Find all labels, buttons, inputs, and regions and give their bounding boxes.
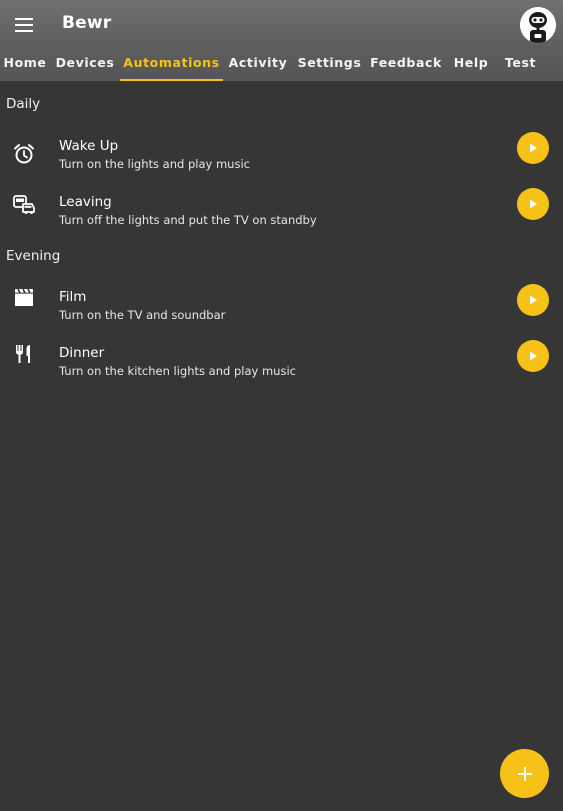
play-icon <box>530 199 537 209</box>
tab-automations[interactable]: Automations <box>120 44 223 81</box>
automation-item-wake-up[interactable]: Wake Up Turn on the lights and play musi… <box>0 132 563 185</box>
tab-test[interactable]: Test <box>498 44 543 81</box>
tab-bar: Home Devices Automations Activity Settin… <box>0 44 563 81</box>
automation-title: Dinner <box>59 345 105 361</box>
automation-description: Turn on the TV and soundbar <box>59 308 226 322</box>
tab-activity[interactable]: Activity <box>225 44 291 81</box>
play-button-leaving[interactable] <box>517 188 549 220</box>
automation-description: Turn on the kitchen lights and play musi… <box>59 364 296 378</box>
tab-devices[interactable]: Devices <box>52 44 118 81</box>
tab-home[interactable]: Home <box>0 44 50 81</box>
automation-item-dinner[interactable]: Dinner Turn on the kitchen lights and pl… <box>0 340 563 392</box>
automation-item-leaving[interactable]: Leaving Turn off the lights and put the … <box>0 188 563 241</box>
active-tab-indicator <box>120 79 223 81</box>
add-automation-button[interactable] <box>500 749 549 798</box>
automation-title: Film <box>59 289 87 305</box>
menu-button[interactable] <box>11 12 37 38</box>
play-button-dinner[interactable] <box>517 340 549 372</box>
automation-description: Turn off the lights and put the TV on st… <box>59 213 317 227</box>
robot-avatar-icon <box>520 7 556 43</box>
movie-icon <box>12 286 36 310</box>
plus-icon <box>517 766 532 781</box>
play-button-film[interactable] <box>517 284 549 316</box>
automation-title: Wake Up <box>59 138 119 154</box>
automation-description: Turn on the lights and play music <box>59 157 250 171</box>
alarm-icon <box>12 142 36 166</box>
play-icon <box>530 351 537 361</box>
section-header-evening: Evening <box>6 248 61 264</box>
commute-icon <box>12 192 36 216</box>
play-icon <box>530 143 537 153</box>
tab-help[interactable]: Help <box>446 44 496 81</box>
section-header-daily: Daily <box>6 96 41 112</box>
automation-title: Leaving <box>59 194 112 210</box>
tab-settings[interactable]: Settings <box>293 44 366 81</box>
play-button-wake-up[interactable] <box>517 132 549 164</box>
restaurant-icon <box>12 342 36 366</box>
automation-item-film[interactable]: Film Turn on the TV and soundbar <box>0 284 563 336</box>
tab-feedback[interactable]: Feedback <box>368 44 444 81</box>
app-title: Bewr <box>62 13 112 33</box>
avatar[interactable] <box>520 7 556 43</box>
play-icon <box>530 295 537 305</box>
app-bar: Bewr Home Devices Automations Activity S… <box>0 0 563 81</box>
hamburger-menu-icon <box>15 18 33 32</box>
